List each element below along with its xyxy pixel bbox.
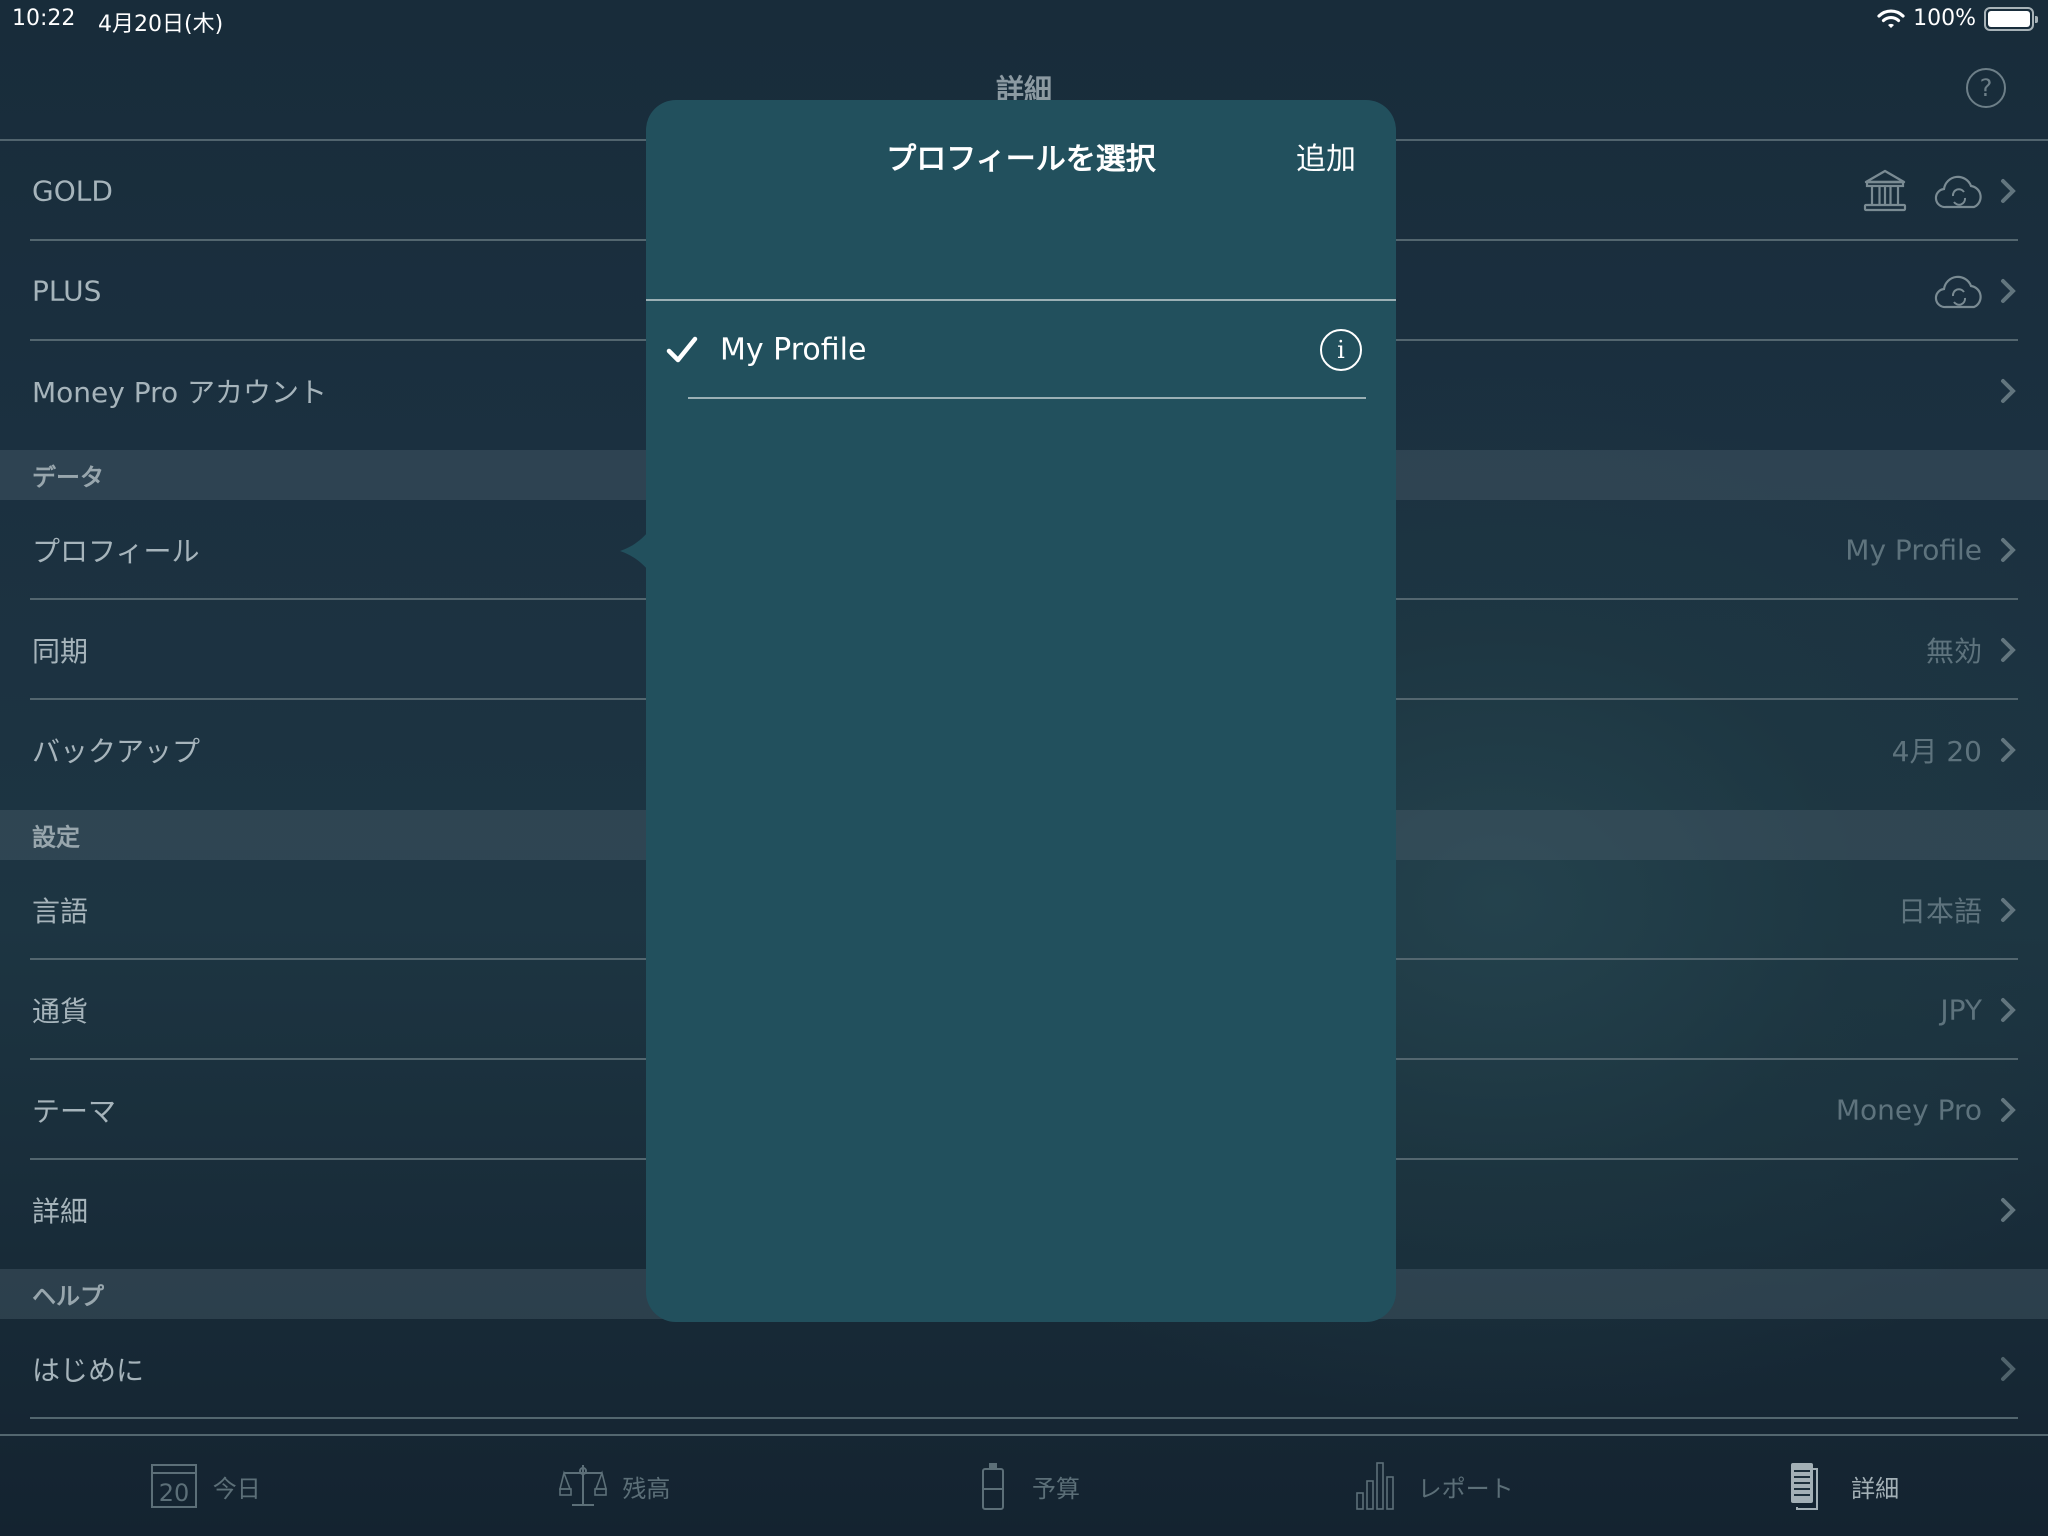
document-icon (1791, 1463, 1819, 1510)
row-label: PLUS (32, 274, 102, 308)
row-divider (688, 397, 1366, 399)
chevron-right-icon (2001, 998, 2016, 1022)
section-label: ヘルプ (32, 1282, 104, 1311)
calendar-day: 20 (159, 1479, 190, 1507)
battery-percent: 100% (1913, 6, 1976, 31)
row-value: JPY (1940, 993, 1982, 1027)
tab-details[interactable]: 詳細 (1638, 1436, 2048, 1536)
scale-icon (559, 1465, 608, 1506)
row-value: 4月 20 (1891, 735, 1982, 768)
help-button[interactable]: ? (1966, 68, 2006, 108)
tab-budget[interactable]: 予算 (819, 1436, 1229, 1536)
popover-title: プロフィールを選択 (886, 142, 1156, 177)
row-value: 無効 (1925, 635, 1982, 668)
section-label: データ (32, 463, 104, 492)
status-date: 4月20日(木) (98, 12, 224, 37)
bank-icon (1863, 169, 1907, 212)
tab-today[interactable]: 20 今日 (0, 1436, 410, 1536)
tab-report[interactable]: レポート (1229, 1436, 1639, 1536)
row-label: プロフィール (32, 535, 200, 568)
row-value: Money Pro (1835, 1093, 1982, 1127)
wifi-icon (1877, 8, 1905, 28)
cloud-sync-icon (1934, 275, 1982, 309)
question-icon: ? (1979, 74, 1993, 102)
tab-bar: 20 今日 残高 予算 レポート 詳細 (0, 1436, 2048, 1536)
bar-chart-icon (1355, 1462, 1394, 1510)
cloud-sync-icon (1934, 175, 1982, 209)
row-value: 日本語 (1897, 895, 1982, 928)
battery-icon (1984, 6, 2038, 31)
row-label: バックアップ (32, 735, 201, 768)
chevron-right-icon (2001, 379, 2016, 403)
section-label: 設定 (32, 823, 80, 852)
chevron-right-icon (2001, 898, 2016, 922)
budget-icon (981, 1463, 1004, 1510)
row-label: 詳細 (32, 1195, 89, 1228)
list-row-getting-started[interactable]: はじめに (0, 1319, 2048, 1419)
row-divider (30, 1417, 2018, 1419)
row-label: テーマ (32, 1095, 117, 1128)
tab-label: 詳細 (1851, 1474, 1900, 1503)
tab-label: 今日 (212, 1474, 261, 1503)
profile-name: My Profile (720, 332, 867, 368)
calendar-icon: 20 (150, 1464, 197, 1508)
tab-label: 残高 (622, 1474, 671, 1503)
info-icon: i (1337, 336, 1345, 364)
status-time: 10:22 (12, 6, 76, 31)
status-indicators: 100% (1877, 6, 2038, 31)
chevron-right-icon (2001, 1098, 2016, 1122)
row-label: 言語 (32, 895, 89, 928)
tab-label: 予算 (1031, 1474, 1080, 1503)
status-bar: 10:22 4月20日(木) 100% (0, 0, 2048, 40)
checkmark-icon (666, 336, 698, 363)
profile-select-popover: プロフィールを選択 追加 My Profile i (646, 100, 1396, 1322)
row-label: Money Pro アカウント (32, 376, 328, 409)
chevron-right-icon (2001, 538, 2016, 562)
row-value: My Profile (1845, 533, 1982, 567)
row-label: 通貨 (32, 995, 89, 1028)
tab-label: レポート (1417, 1474, 1514, 1503)
chevron-right-icon (2001, 638, 2016, 662)
row-label: はじめに (32, 1354, 145, 1387)
profile-list-item[interactable]: My Profile i (646, 301, 1396, 399)
chevron-right-icon (2001, 1357, 2016, 1381)
chevron-right-icon (2001, 179, 2016, 203)
tab-balance[interactable]: 残高 (410, 1436, 820, 1536)
chevron-right-icon (2001, 1198, 2016, 1222)
chevron-right-icon (2001, 279, 2016, 303)
row-label: GOLD (32, 174, 113, 208)
chevron-right-icon (2001, 738, 2016, 762)
profile-info-button[interactable]: i (1320, 329, 1362, 371)
row-label: 同期 (32, 635, 89, 668)
add-profile-button[interactable]: 追加 (1296, 134, 1356, 178)
